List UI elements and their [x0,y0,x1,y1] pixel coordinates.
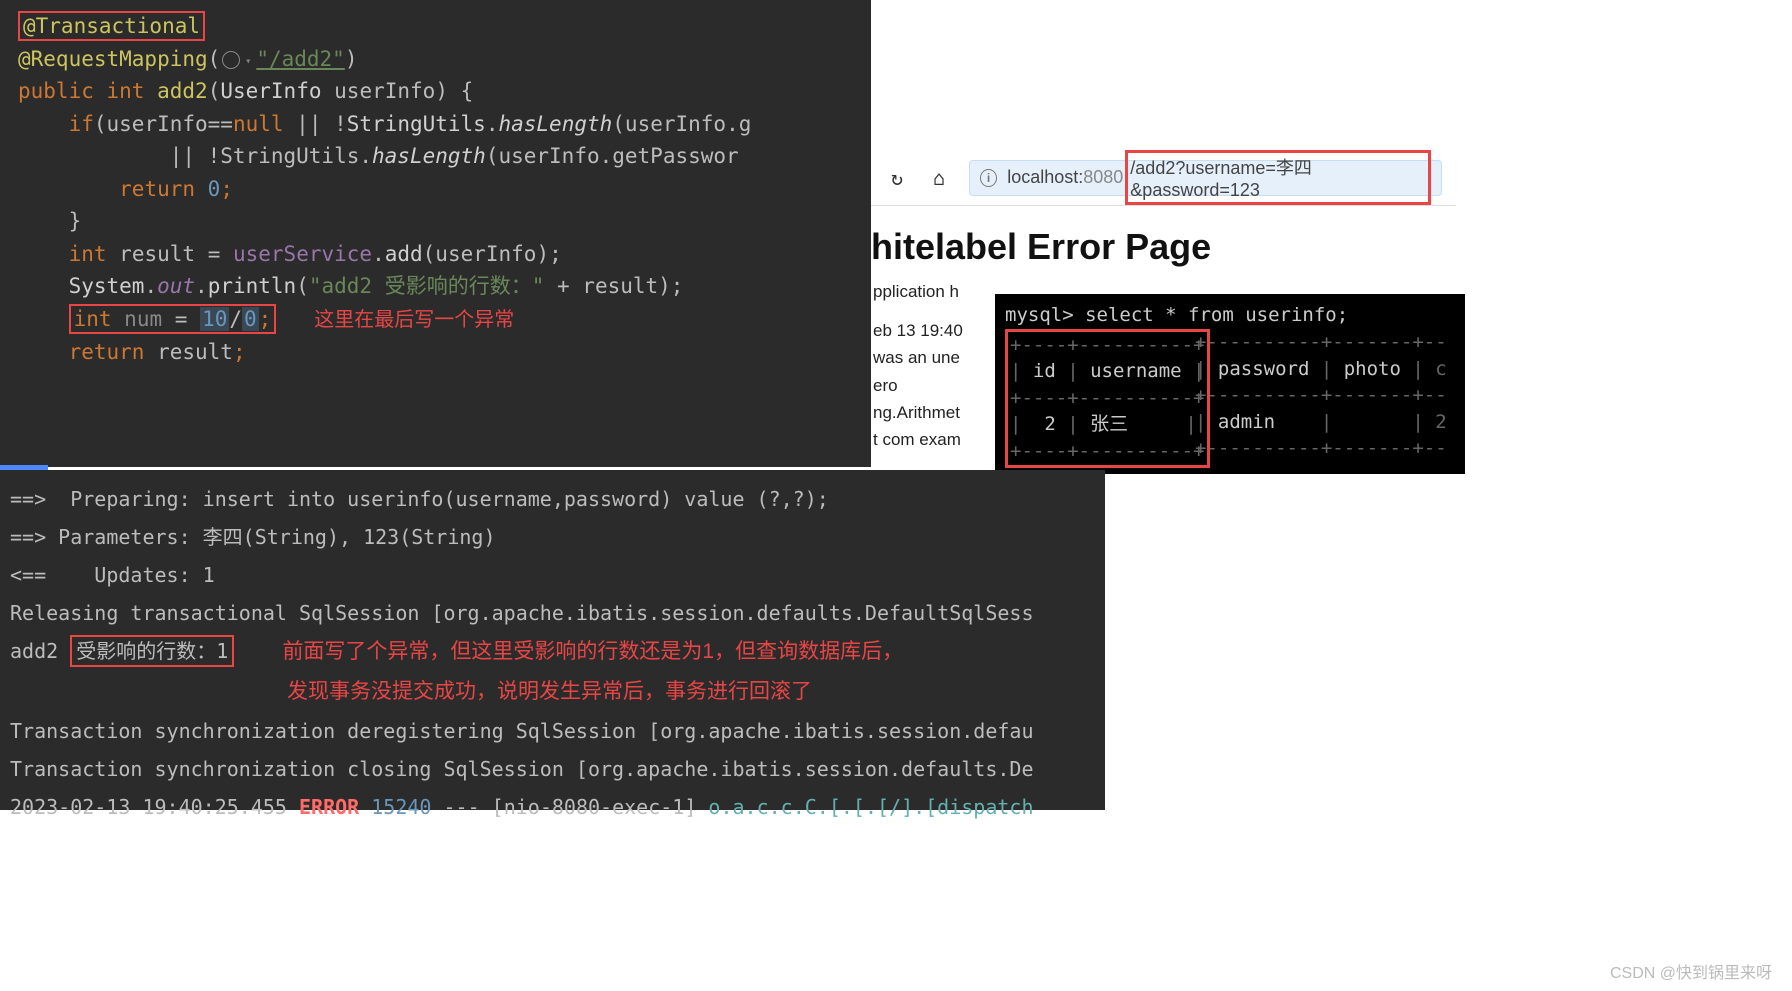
code-line-6: return 0; [18,173,853,206]
info-icon[interactable]: i [980,169,997,187]
transactional-annotation: @Transactional [18,11,205,41]
log-closing: Transaction synchronization closing SqlS… [10,750,1095,788]
whitelabel-error-title: hitelabel Error Page [871,206,1456,278]
log-error-line: 2023-02-13 19:40:25.455 ERROR 15240 --- … [10,788,1095,826]
log-releasing: Releasing transactional SqlSession [org.… [10,594,1095,632]
watermark: CSDN @快到锅里来呀 [1610,959,1772,983]
code-line-8: int result = userService.add(userInfo); [18,238,853,271]
code-line-10: int num = 10/0; 这里在最后写一个异常 [18,303,853,336]
console-log-panel: ==> Preparing: insert into userinfo(user… [0,470,1105,810]
log-preparing: ==> Preparing: insert into userinfo(user… [10,480,1095,518]
code-line-9: System.out.println("add2 受影响的行数：" + resu… [18,270,853,303]
code-line-4: if(userInfo==null || !StringUtils.hasLen… [18,108,853,141]
code-line-11: return result; [18,336,853,369]
code-line-7: } [18,205,853,238]
exception-comment: 这里在最后写一个异常 [314,309,514,331]
mysql-result-box: +----+----------+ | id | username | +---… [1005,329,1210,468]
log-deregistering: Transaction synchronization deregisterin… [10,712,1095,750]
home-icon[interactable]: ⌂ [927,166,951,190]
annotation-2: 发现事务没提交成功，说明发生异常后，事务进行回滚了 [287,680,812,703]
affected-rows-box: 受影响的行数：1 [70,635,234,667]
log-parameters: ==> Parameters: 李四(String), 123(String) [10,518,1095,556]
code-line-5: || !StringUtils.hasLength(userInfo.getPa… [18,140,853,173]
address-bar[interactable]: i localhost:8080/add2?username=李四&passwo… [969,160,1442,196]
log-add2: add2 受影响的行数：1 前面写了个异常，但这里受影响的行数还是为1，但查询数… [10,632,1095,672]
url-host: localhost: [1007,167,1083,188]
reload-icon[interactable]: ↻ [885,166,909,190]
code-line-2: @RequestMapping("/add2") [18,43,853,76]
globe-icon[interactable] [222,51,240,69]
browser-toolbar: ↻ ⌂ i localhost:8080/add2?username=李四&pa… [871,150,1456,206]
url-highlighted: /add2?username=李四&password=123 [1125,150,1431,205]
log-updates: <== Updates: 1 [10,556,1095,594]
code-line-3: public int add2(UserInfo userInfo) { [18,75,853,108]
annotation-1: 前面写了个异常，但这里受影响的行数还是为1，但查询数据库后， [282,640,903,663]
mysql-query-line: mysql> select * from userinfo; [1005,302,1455,329]
code-editor-panel: @Transactional @RequestMapping("/add2") … [0,0,871,467]
exception-line-box: int num = 10/0; [69,304,277,334]
mysql-terminal: mysql> select * from userinfo; +----+---… [995,294,1465,474]
code-line-1: @Transactional [18,10,853,43]
